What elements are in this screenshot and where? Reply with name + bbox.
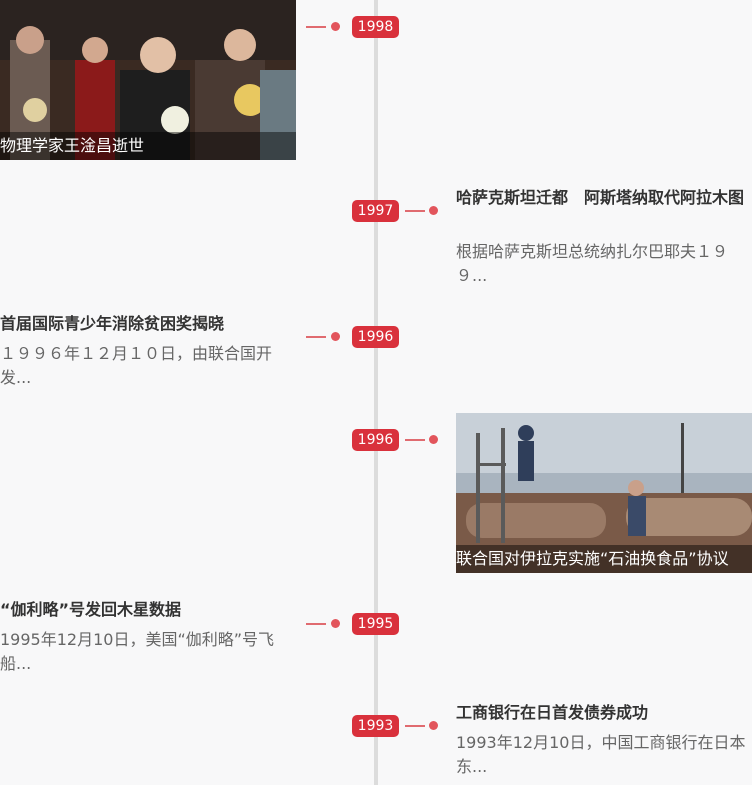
timeline-dot [429,206,438,215]
connector-line [306,623,326,625]
timeline-dot [429,435,438,444]
photo-caption: 联合国对伊拉克实施“石油换食品”协议 [456,545,752,573]
entry-title-link[interactable]: “伽利略”号发回木星数据 [0,598,296,622]
entry-summary: １９９６年１２月１０日，由联合国开发... [0,344,273,387]
entry-summary: 1995年12月10日，美国“伽利略”号飞船... [0,630,275,673]
timeline-dot [331,619,340,628]
entry-photo-link[interactable]: 物理学家王淦昌逝世 [0,0,296,160]
timeline-axis [374,0,378,785]
entry-title-link[interactable]: 哈萨克斯坦迁都 阿斯塔纳取代阿拉木图 [456,186,746,210]
connector-line [405,439,425,441]
timeline-dot [429,721,438,730]
connector-line [405,725,425,727]
year-badge: 1998 [352,16,399,38]
entry-title-link[interactable]: 工商银行在日首发债券成功 [456,701,752,725]
year-badge: 1995 [352,613,399,635]
timeline-dot [331,332,340,341]
entry-photo-link[interactable]: 联合国对伊拉克实施“石油换食品”协议 [456,413,752,573]
year-badge: 1997 [352,200,399,222]
connector-line [306,336,326,338]
entry-summary: 1993年12月10日，中国工商银行在日本东... [456,733,746,776]
entry-summary: 根据哈萨克斯坦总统纳扎尔巴耶夫１９９... [456,242,729,285]
year-badge: 1993 [352,715,399,737]
year-badge: 1996 [352,429,399,451]
entry-title-link[interactable]: 首届国际青少年消除贫困奖揭晓 [0,312,296,336]
connector-line [306,26,326,28]
photo-caption: 物理学家王淦昌逝世 [0,132,296,160]
timeline-dot [331,22,340,31]
connector-line [405,210,425,212]
year-badge: 1996 [352,326,399,348]
